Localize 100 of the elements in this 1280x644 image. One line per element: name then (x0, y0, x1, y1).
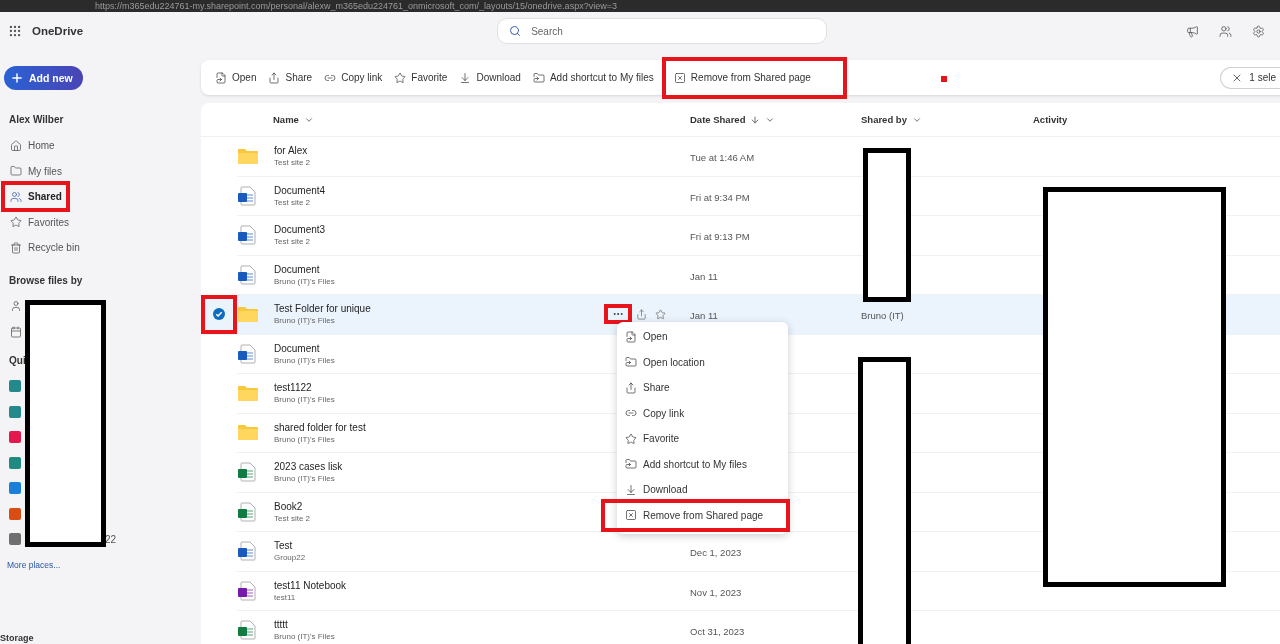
file-name[interactable]: Test Folder for unique (274, 303, 603, 315)
app-title: OneDrive (32, 25, 84, 37)
file-location: Group22 (274, 553, 307, 563)
section-heading: Browse files by (9, 274, 84, 286)
remove-icon (625, 509, 637, 522)
file-name[interactable]: ttttt (274, 619, 603, 631)
file-location: Bruno (IT)'s Files (274, 395, 336, 405)
file-name[interactable]: Document3 (274, 224, 603, 236)
document-icon (237, 225, 257, 246)
recycle-bin-icon (10, 241, 22, 254)
add-new-button[interactable]: Add new (4, 66, 83, 90)
people-icon (10, 190, 22, 203)
nav-item[interactable]: Recycle bin (6, 237, 83, 258)
file-name[interactable]: Document4 (274, 184, 603, 196)
toolbar-button[interactable]: Open (209, 64, 263, 91)
share-icon (625, 381, 637, 394)
file-location: Bruno (IT)'s Files (274, 632, 336, 642)
menu-item[interactable]: Remove from Shared page (605, 502, 786, 528)
file-location: Test site 2 (274, 197, 311, 207)
file-name[interactable]: Test (274, 540, 603, 552)
open-file-icon (625, 330, 637, 343)
toolbar-button[interactable]: Add shortcut to My files (526, 64, 660, 91)
date-shared: Jan 11 (690, 270, 718, 282)
file-location: Bruno (IT)'s Files (274, 316, 336, 326)
star-icon[interactable] (655, 308, 666, 320)
site-tile[interactable] (9, 431, 21, 444)
user-name: Alex Wilber (9, 114, 65, 125)
calendar-icon[interactable] (10, 325, 22, 338)
date-shared: Jan 11 (690, 310, 718, 322)
nav-item[interactable]: Shared (6, 186, 65, 207)
menu-item[interactable]: Share (617, 375, 788, 401)
file-name[interactable]: shared folder for test (274, 421, 603, 433)
menu-item[interactable]: Open location (617, 349, 788, 375)
people-icon[interactable] (1219, 24, 1232, 38)
search-icon (509, 25, 522, 37)
folder-shortcut-icon (625, 356, 637, 369)
site-tile[interactable] (9, 380, 21, 393)
toolbar-button[interactable]: Download (453, 64, 527, 91)
file-location: Bruno (IT)'s Files (274, 355, 336, 365)
site-tile[interactable] (9, 533, 21, 546)
nav-item[interactable]: Home (6, 135, 58, 156)
plus-icon (10, 71, 24, 85)
section-heading: Qui (9, 354, 27, 366)
column-header[interactable]: Activity (1033, 114, 1068, 125)
document-icon (237, 264, 257, 285)
menu-item[interactable]: Copy link (617, 400, 788, 426)
date-shared: Oct 31, 2023 (690, 626, 745, 638)
date-shared: Dec 1, 2023 (690, 547, 742, 559)
folder-icon (237, 424, 259, 442)
site-tile[interactable] (9, 456, 21, 469)
toolbar-button[interactable]: Share (262, 64, 319, 91)
site-label[interactable]: 22 (105, 533, 117, 545)
folder-icon (237, 305, 259, 323)
star-icon (394, 71, 407, 84)
spreadsheet-icon (237, 620, 257, 641)
selection-pill[interactable]: 1 sele (1220, 66, 1280, 89)
file-name[interactable]: for Alex (274, 145, 603, 157)
document-icon (237, 185, 257, 206)
file-location: Bruno (IT)'s Files (274, 276, 336, 286)
file-location: Bruno (IT)'s Files (274, 474, 336, 484)
site-tile[interactable] (9, 482, 21, 495)
app-launcher-icon[interactable] (8, 24, 22, 38)
menu-item[interactable]: Add shortcut to My files (617, 451, 788, 477)
file-name[interactable]: Document (274, 263, 603, 275)
check-circle-icon (213, 308, 225, 321)
file-name[interactable]: 2023 cases lisk (274, 461, 603, 473)
file-location: Test site 2 (274, 158, 311, 168)
settings-icon[interactable] (1252, 24, 1265, 38)
nav-item[interactable]: Favorites (6, 211, 73, 233)
file-name[interactable]: Document (274, 342, 603, 354)
toolbar-button[interactable]: Copy link (318, 64, 389, 91)
date-shared: Fri at 9:13 PM (690, 231, 750, 243)
star-icon (625, 432, 637, 445)
search-field[interactable]: Search (497, 18, 828, 44)
document-icon (237, 541, 257, 562)
column-header[interactable]: Shared by (861, 114, 907, 125)
site-tile[interactable] (9, 507, 21, 520)
shared-by: Bruno (IT) (861, 310, 904, 322)
toolbar-button[interactable]: Favorite (388, 64, 454, 91)
menu-item[interactable]: Favorite (617, 426, 788, 452)
row-checkbox[interactable] (201, 295, 237, 334)
file-name[interactable]: Book2 (274, 500, 603, 512)
download-icon (459, 71, 472, 84)
nav-item[interactable]: My files (6, 160, 65, 182)
spreadsheet-icon (237, 501, 257, 522)
site-tile[interactable] (9, 405, 21, 418)
column-header[interactable]: Name (273, 114, 299, 125)
person-icon[interactable] (10, 300, 22, 313)
more-places-link[interactable]: More places... (7, 560, 201, 570)
menu-item[interactable]: Download (617, 477, 788, 503)
column-header[interactable]: Date Shared (690, 114, 746, 125)
file-name[interactable]: test1122 (274, 382, 603, 394)
address-bar[interactable]: https://m365edu224761-my.sharepoint.com/personal/alexw_m365edu224761_onmicrosoft_com/_layouts/15/onedrive.aspx?view=3 (0, 0, 1280, 12)
share-icon[interactable] (636, 308, 647, 320)
file-location: Test site 2 (274, 513, 311, 523)
folder-icon (10, 165, 22, 177)
toolbar-button[interactable]: Remove from Shared page (669, 64, 839, 91)
megaphone-icon[interactable] (1186, 24, 1199, 38)
file-name[interactable]: test11 Notebook (274, 579, 603, 591)
date-shared: Nov 1, 2023 (690, 586, 742, 598)
